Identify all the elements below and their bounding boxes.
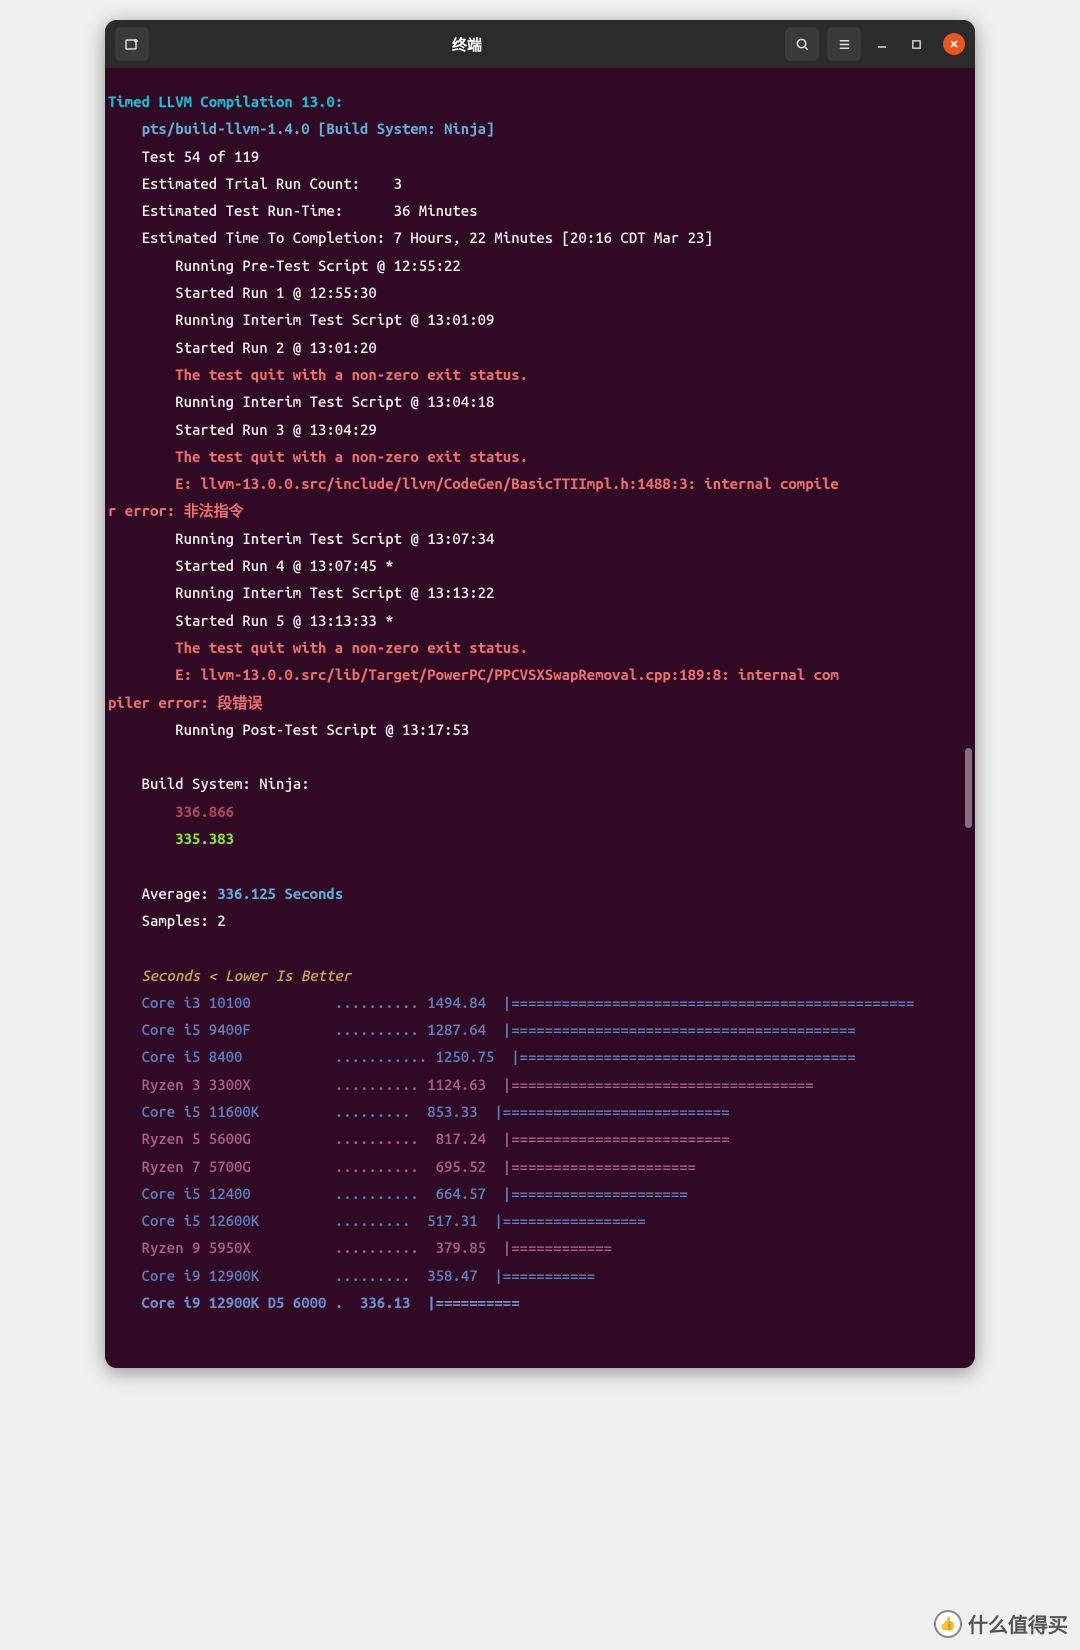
minimize-icon (876, 38, 888, 50)
maximize-button[interactable] (903, 31, 929, 57)
terminal-window: 终端 Timed LLVM Compilation 13.0: pts/buil… (105, 20, 975, 1368)
minimize-button[interactable] (869, 31, 895, 57)
titlebar: 终端 (105, 20, 975, 68)
log-error: E: llvm-13.0.0.src/lib/Target/PowerPC/PP… (175, 666, 839, 683)
new-tab-button[interactable] (115, 27, 149, 61)
log-line: Started Run 3 @ 13:04:29 (175, 421, 377, 438)
log-line: Running Interim Test Script @ 13:01:09 (175, 311, 494, 328)
log-error: piler error: 段错误 (108, 694, 262, 711)
test-subtitle: pts/build-llvm-1.4.0 [Build System: Ninj… (142, 120, 495, 137)
samples: Samples: 2 (142, 912, 226, 929)
search-button[interactable] (785, 27, 819, 61)
log-line: Running Interim Test Script @ 13:07:34 (175, 530, 494, 547)
chart-row: Core i9 12900K ......... 358.47 |=======… (108, 1267, 595, 1284)
thumbs-up-icon: 👍 (934, 1610, 962, 1638)
log-error: The test quit with a non-zero exit statu… (175, 366, 528, 383)
hamburger-icon (837, 37, 852, 52)
log-line: Running Interim Test Script @ 13:04:18 (175, 393, 494, 410)
chart-row: Core i3 10100 .......... 1494.84 |======… (108, 994, 914, 1011)
comparison-chart: Core i3 10100 .......... 1494.84 |======… (108, 994, 914, 1311)
average-label: Average: (142, 885, 218, 902)
log-line: Started Run 2 @ 13:01:20 (175, 339, 377, 356)
log-line: Running Pre-Test Script @ 12:55:22 (175, 257, 461, 274)
log-line: Started Run 5 @ 13:13:33 * (175, 612, 393, 629)
build-system-label: Build System: Ninja: (142, 775, 310, 792)
result-value: 336.866 (175, 803, 234, 820)
watermark: 👍 什么值得买 (934, 1609, 1068, 1638)
chart-row: Core i9 12900K D5 6000 . 336.13 |=======… (108, 1294, 520, 1311)
chart-row: Core i5 8400 ........... 1250.75 |======… (108, 1048, 856, 1065)
close-icon (949, 39, 959, 49)
chart-row: Core i5 12600K ......... 517.31 |=======… (108, 1212, 646, 1229)
log-error: The test quit with a non-zero exit statu… (175, 639, 528, 656)
log-line: Started Run 1 @ 12:55:30 (175, 284, 377, 301)
runtime: Estimated Test Run-Time: 36 Minutes (142, 202, 478, 219)
chart-row: Ryzen 7 5700G .......... 695.52 |=======… (108, 1158, 696, 1175)
trial-count: Estimated Trial Run Count: 3 (142, 175, 402, 192)
log-error: The test quit with a non-zero exit statu… (175, 448, 528, 465)
window-title: 终端 (149, 34, 785, 55)
chart-row: Ryzen 3 3300X .......... 1124.63 |======… (108, 1076, 814, 1093)
menu-button[interactable] (827, 27, 861, 61)
chart-row: Ryzen 5 5600G .......... 817.24 |=======… (108, 1130, 730, 1147)
test-count: Test 54 of 119 (142, 148, 260, 165)
search-icon (795, 37, 810, 52)
result-value: 335.383 (175, 830, 234, 847)
log-line: Started Run 4 @ 13:07:45 * (175, 557, 393, 574)
log-error: r error: 非法指令 (108, 502, 244, 519)
chart-row: Core i5 11600K ......... 853.33 |=======… (108, 1103, 730, 1120)
test-title: Timed LLVM Compilation 13.0: (108, 93, 343, 110)
scrollbar-thumb[interactable] (965, 748, 972, 828)
chart-row: Core i5 9400F .......... 1287.64 |======… (108, 1021, 856, 1038)
log-error: E: llvm-13.0.0.src/include/llvm/CodeGen/… (175, 475, 839, 492)
maximize-icon (911, 39, 922, 50)
log-line: Running Post-Test Script @ 13:17:53 (175, 721, 469, 738)
average-value: 336.125 Seconds (217, 885, 343, 902)
chart-note: Seconds < Lower Is Better (142, 967, 352, 984)
close-button[interactable] (943, 33, 965, 55)
chart-row: Core i5 12400 .......... 664.57 |=======… (108, 1185, 688, 1202)
watermark-text: 什么值得买 (968, 1609, 1068, 1638)
terminal-body[interactable]: Timed LLVM Compilation 13.0: pts/build-l… (105, 68, 975, 1368)
log-line: Running Interim Test Script @ 13:13:22 (175, 584, 494, 601)
new-tab-icon (124, 36, 140, 52)
chart-row: Ryzen 9 5950X .......... 379.85 |=======… (108, 1239, 612, 1256)
eta: Estimated Time To Completion: 7 Hours, 2… (142, 229, 713, 246)
